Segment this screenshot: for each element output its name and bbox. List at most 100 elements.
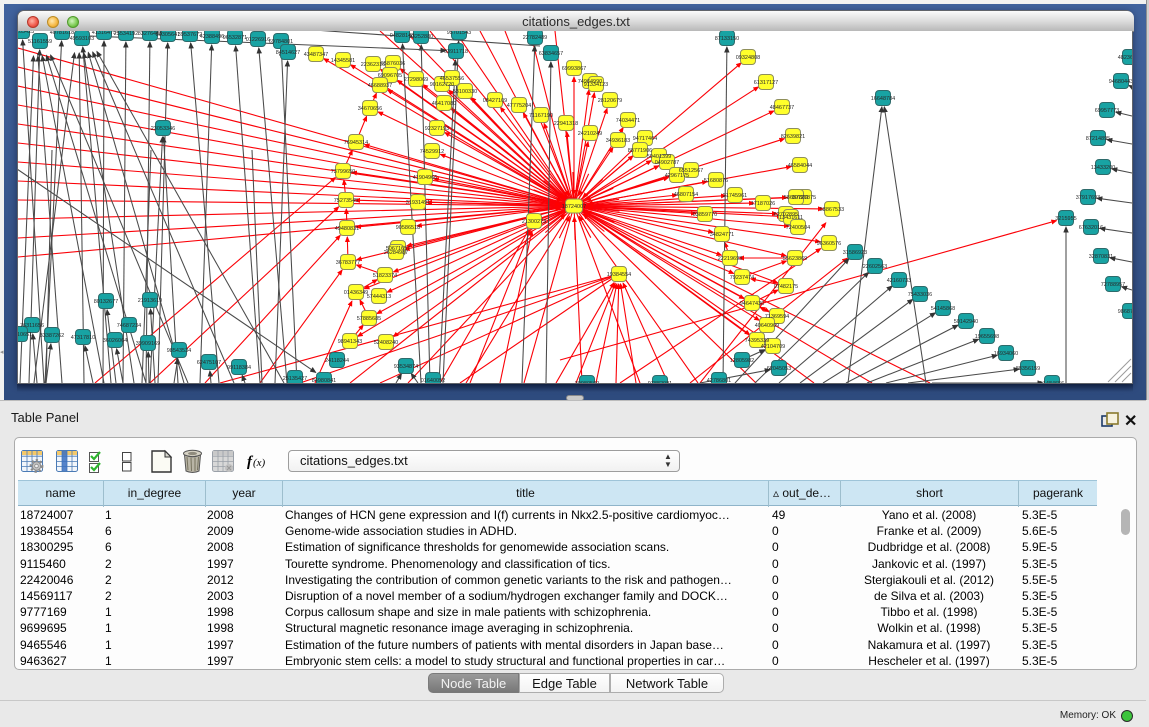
svg-text:27298069: 27298069 bbox=[404, 77, 428, 83]
svg-text:82639821: 82639821 bbox=[781, 134, 805, 140]
svg-text:54145868: 54145868 bbox=[931, 306, 955, 312]
svg-text:46537556: 46537556 bbox=[440, 76, 464, 82]
svg-text:84514627: 84514627 bbox=[276, 50, 300, 56]
svg-text:39537672: 39537672 bbox=[178, 32, 202, 38]
svg-text:76311656: 76311656 bbox=[20, 323, 44, 329]
svg-text:90162720: 90162720 bbox=[430, 82, 454, 88]
svg-text:34936183: 34936183 bbox=[606, 138, 630, 144]
svg-text:42160733: 42160733 bbox=[887, 278, 911, 284]
svg-text:71167190: 71167190 bbox=[529, 113, 553, 119]
svg-text:65512567: 65512567 bbox=[679, 168, 703, 174]
svg-text:69784801: 69784801 bbox=[269, 39, 293, 45]
svg-text:36783777: 36783777 bbox=[336, 260, 360, 266]
svg-text:49480831: 49480831 bbox=[335, 226, 359, 232]
svg-text:72788957: 72788957 bbox=[1101, 282, 1125, 288]
svg-text:25534192: 25534192 bbox=[114, 31, 138, 37]
svg-text:74687234: 74687234 bbox=[117, 323, 141, 329]
svg-text:32870831: 32870831 bbox=[1089, 254, 1113, 260]
svg-text:58867533: 58867533 bbox=[820, 207, 844, 213]
svg-text:98543534: 98543534 bbox=[167, 348, 191, 354]
svg-text:95701543: 95701543 bbox=[447, 31, 471, 36]
svg-text:48236629: 48236629 bbox=[1118, 55, 1132, 61]
svg-text:21745961: 21745961 bbox=[723, 193, 747, 199]
svg-text:26284987: 26284987 bbox=[384, 250, 408, 256]
svg-text:01436349: 01436349 bbox=[344, 290, 368, 296]
svg-text:09324808: 09324808 bbox=[736, 55, 760, 61]
svg-text:18724007: 18724007 bbox=[562, 204, 586, 210]
svg-text:47317810: 47317810 bbox=[71, 335, 95, 341]
svg-text:03911718: 03911718 bbox=[444, 49, 468, 55]
svg-text:24118244: 24118244 bbox=[325, 358, 349, 364]
svg-text:94680443: 94680443 bbox=[1109, 79, 1132, 85]
svg-text:67010651: 67010651 bbox=[18, 332, 32, 338]
svg-text:94647436: 94647436 bbox=[740, 301, 764, 307]
svg-text:19655698: 19655698 bbox=[975, 334, 999, 340]
svg-text:97882081: 97882081 bbox=[648, 381, 672, 383]
svg-text:46688937: 46688937 bbox=[368, 83, 392, 89]
svg-text:93534874: 93534874 bbox=[394, 364, 418, 370]
svg-text:30980500: 30980500 bbox=[575, 381, 599, 383]
svg-text:91334123: 91334123 bbox=[584, 82, 608, 88]
svg-text:41316475: 41316475 bbox=[92, 31, 116, 36]
svg-text:62475107: 62475107 bbox=[197, 360, 221, 366]
svg-text:46584044: 46584044 bbox=[788, 163, 812, 169]
svg-text:04902787: 04902787 bbox=[655, 160, 679, 166]
svg-text:46807154: 46807154 bbox=[674, 192, 698, 198]
svg-text:61317127: 61317127 bbox=[754, 80, 778, 86]
svg-text:22219693: 22219693 bbox=[718, 256, 742, 262]
svg-text:17187026: 17187026 bbox=[751, 201, 775, 207]
svg-text:12805982: 12805982 bbox=[730, 358, 754, 364]
svg-text:94717464: 94717464 bbox=[633, 136, 657, 142]
svg-text:75273545: 75273545 bbox=[334, 198, 358, 204]
svg-text:93252880: 93252880 bbox=[409, 34, 433, 40]
svg-text:76945314: 76945314 bbox=[344, 140, 368, 146]
svg-text:42388496: 42388496 bbox=[200, 34, 224, 40]
svg-text:01640052: 01640052 bbox=[421, 378, 445, 383]
svg-text:49593103: 49593103 bbox=[70, 36, 94, 42]
svg-text:92327193: 92327193 bbox=[425, 126, 449, 132]
svg-text:69993867: 69993867 bbox=[562, 66, 586, 72]
svg-text:65876036: 65876036 bbox=[381, 61, 405, 67]
svg-text:28120679: 28120679 bbox=[598, 98, 622, 104]
svg-text:80132677: 80132677 bbox=[94, 299, 118, 305]
svg-text:99118384: 99118384 bbox=[227, 365, 251, 371]
svg-text:16648784: 16648784 bbox=[871, 96, 895, 102]
svg-text:52408240: 52408240 bbox=[374, 340, 398, 346]
svg-text:75433036: 75433036 bbox=[908, 292, 932, 298]
svg-text:46417080: 46417080 bbox=[432, 101, 456, 107]
svg-text:31931491: 31931491 bbox=[406, 200, 430, 206]
svg-text:16934060: 16934060 bbox=[994, 351, 1018, 357]
svg-text:41904966: 41904966 bbox=[413, 175, 437, 181]
svg-text:98941343: 98941343 bbox=[338, 339, 362, 345]
svg-text:96360576: 96360576 bbox=[817, 241, 841, 247]
svg-text:63834657: 63834657 bbox=[539, 51, 563, 57]
svg-text:21300273: 21300273 bbox=[522, 219, 546, 225]
svg-text:07482175: 07482175 bbox=[774, 284, 798, 290]
svg-text:34670656: 34670656 bbox=[358, 106, 382, 112]
svg-text:01226916: 01226916 bbox=[246, 37, 270, 43]
svg-text:21913619: 21913619 bbox=[138, 298, 162, 304]
svg-text:79237474: 79237474 bbox=[730, 275, 754, 281]
svg-text:42104709: 42104709 bbox=[761, 344, 785, 350]
svg-text:51161559: 51161559 bbox=[28, 39, 52, 45]
svg-text:51484656: 51484656 bbox=[1040, 381, 1064, 383]
svg-text:22782489: 22782489 bbox=[523, 35, 547, 41]
svg-text:87133150: 87133150 bbox=[715, 36, 739, 42]
svg-text:22602563: 22602563 bbox=[863, 264, 887, 270]
svg-text:90586518: 90586518 bbox=[396, 225, 420, 231]
svg-text:53100330: 53100330 bbox=[453, 89, 477, 95]
svg-text:19384554: 19384554 bbox=[607, 272, 631, 278]
svg-text:57885685: 57885685 bbox=[357, 316, 381, 322]
svg-text:03859770: 03859770 bbox=[693, 212, 717, 218]
svg-text:84980841: 84980841 bbox=[312, 378, 336, 383]
svg-text:51680876: 51680876 bbox=[704, 178, 728, 184]
svg-text:37917693: 37917693 bbox=[1076, 195, 1100, 201]
svg-text:36026064: 36026064 bbox=[103, 338, 127, 344]
svg-text:08427109: 08427109 bbox=[483, 98, 507, 104]
svg-text:51823374: 51823374 bbox=[373, 273, 397, 279]
svg-text:3215955: 3215955 bbox=[1055, 216, 1076, 222]
svg-text:71369594: 71369594 bbox=[765, 314, 789, 320]
svg-text:22941318: 22941318 bbox=[554, 121, 578, 127]
svg-text:58657809: 58657809 bbox=[784, 195, 808, 201]
svg-text:31586923: 31586923 bbox=[843, 250, 867, 256]
